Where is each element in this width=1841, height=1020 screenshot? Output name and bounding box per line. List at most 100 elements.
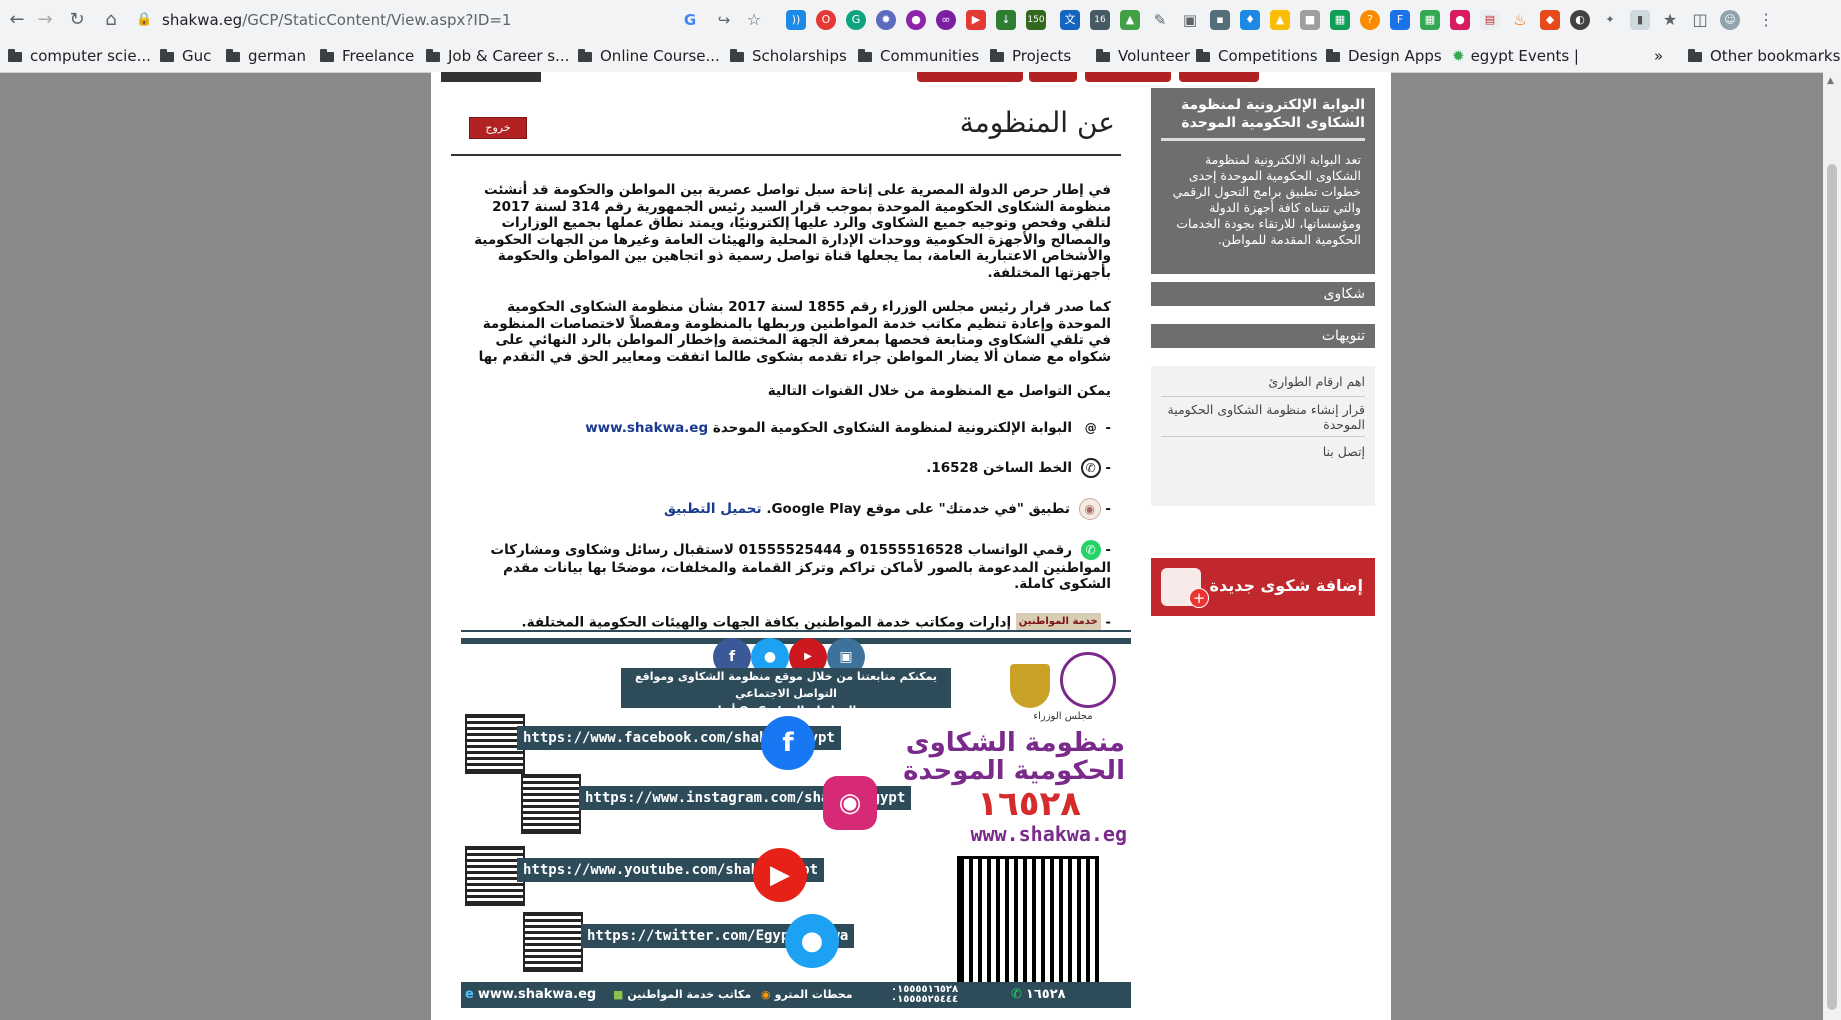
about-content: في إطار حرص الدولة المصرية على إتاحة سبل…: [461, 182, 1111, 651]
badge-extension-icon[interactable]: 150: [1026, 10, 1046, 30]
bookmark-folder[interactable]: Guc: [160, 45, 211, 67]
contact-us-link[interactable]: إتصل بنا: [1161, 444, 1365, 464]
bookmark-label: Other bookmarks: [1710, 47, 1841, 65]
top-nav-tab[interactable]: [1179, 72, 1259, 82]
other-bookmarks[interactable]: Other bookmarks: [1688, 45, 1840, 67]
metro-icon: ◉: [761, 988, 771, 1001]
extension-icon[interactable]: ■: [1300, 10, 1320, 30]
profile-avatar[interactable]: ☺: [1720, 10, 1740, 30]
forward-arrow-icon[interactable]: →: [34, 9, 56, 31]
extension-icon[interactable]: F: [1390, 10, 1410, 30]
scroll-up-icon[interactable]: ▲: [1827, 76, 1834, 86]
folder-icon: [160, 49, 174, 62]
puzzle-extensions-icon[interactable]: ★: [1660, 10, 1680, 30]
download-icon[interactable]: ↓: [996, 10, 1016, 30]
brand-subtitle: الحكومية الموحدة: [903, 756, 1125, 786]
main-qr-code: [957, 856, 1099, 988]
extension-icon[interactable]: ∞: [936, 10, 956, 30]
extension-icon[interactable]: ?: [1360, 10, 1380, 30]
folder-icon: [990, 49, 1004, 62]
share-icon[interactable]: ↪: [714, 10, 734, 30]
url-path: /GCP/StaticContent/View.aspx?ID=1: [242, 11, 512, 29]
download-app-link[interactable]: تحميل التطبيق: [664, 501, 762, 517]
decree-link[interactable]: قرار إنشاء منظومة الشكاوى الحكومية الموح…: [1161, 402, 1365, 437]
extension-icon[interactable]: ▤: [1480, 10, 1500, 30]
google-icon[interactable]: G: [680, 10, 700, 30]
brand-url: www.shakwa.eg: [970, 822, 1127, 846]
channel-offices-text: إدارات ومكاتب خدمة المواطنين بكافة الجها…: [521, 613, 1012, 630]
plus-icon: +: [1189, 588, 1209, 608]
bookmark-link[interactable]: ✹ egypt Events |: [1452, 45, 1579, 67]
bookmark-folder[interactable]: Scholarships: [730, 45, 847, 67]
extension-icon[interactable]: ▲: [1120, 10, 1140, 30]
extension-icon[interactable]: ◐: [1570, 10, 1590, 30]
menu-kebab-icon[interactable]: ⋮: [1756, 10, 1776, 30]
sidebar-title-divider: [1161, 138, 1365, 141]
extension-icon[interactable]: ✹: [876, 10, 896, 30]
bookmark-folder[interactable]: Job & Career s...: [426, 45, 569, 67]
logout-button[interactable]: خروج: [469, 117, 527, 139]
opera-icon[interactable]: O: [816, 10, 836, 30]
footer-offices-text: مكاتب خدمة المواطنين: [627, 988, 752, 1001]
extensions-bar: G ↪ ☆ )) O G ✹ ● ∞ ▶ ↓ 150 文 16 ▲ ✎ ▣ ▪ …: [680, 8, 1830, 32]
header-strip: [431, 72, 1391, 84]
bookmarks-overflow-button[interactable]: »: [1654, 45, 1663, 67]
reload-icon[interactable]: ↻: [66, 9, 88, 31]
badge-extension-icon[interactable]: 16: [1090, 10, 1110, 30]
back-arrow-icon[interactable]: ←: [6, 9, 28, 31]
sidebar-toggle-icon[interactable]: ◫: [1690, 10, 1710, 30]
bookmark-folder[interactable]: Design Apps: [1326, 45, 1442, 67]
extension-icon[interactable]: ▪: [1210, 10, 1230, 30]
bookmark-folder[interactable]: german: [226, 45, 306, 67]
portal-link[interactable]: www.shakwa.eg: [585, 420, 708, 436]
fire-icon[interactable]: ♨: [1510, 10, 1530, 30]
globe-icon: ✹: [1452, 47, 1465, 65]
bookmark-folder[interactable]: Competitions: [1196, 45, 1318, 67]
grammarly-icon[interactable]: G: [846, 10, 866, 30]
sheets-icon[interactable]: ▦: [1330, 10, 1350, 30]
metamask-icon[interactable]: ◆: [1540, 10, 1560, 30]
extension-icon[interactable]: ▮: [1630, 10, 1650, 30]
bookmark-label: german: [248, 47, 306, 65]
extension-icon[interactable]: ▦: [1420, 10, 1440, 30]
top-nav-tab[interactable]: [1085, 72, 1171, 82]
footer-hotline: ✆ ١٦٥٢٨: [1011, 985, 1066, 1005]
home-icon[interactable]: ⌂: [100, 9, 122, 31]
bookmark-folder[interactable]: Freelance: [320, 45, 414, 67]
extension-icon[interactable]: )): [786, 10, 806, 30]
extension-icon[interactable]: ♦: [1240, 10, 1260, 30]
bookmark-folder[interactable]: Communities: [858, 45, 979, 67]
ministry-logos: مجلس الوزراء: [1003, 652, 1123, 722]
list-dash: -: [1105, 541, 1111, 558]
add-complaint-label: إضافة شكوى جديدة: [1209, 576, 1363, 595]
add-complaint-button[interactable]: + إضافة شكوى جديدة: [1151, 558, 1375, 616]
bookmark-folder[interactable]: Volunteer: [1096, 45, 1190, 67]
emergency-numbers-link[interactable]: اهم ارقام الطوارئ: [1161, 374, 1365, 397]
folder-icon: [1096, 49, 1110, 62]
url-bar[interactable]: 🔒 shakwa.eg/GCP/StaticContent/View.aspx?…: [136, 6, 696, 34]
star-icon[interactable]: ☆: [744, 10, 764, 30]
screenshot-icon[interactable]: ▣: [1180, 10, 1200, 30]
scroll-thumb[interactable]: [1827, 164, 1837, 1010]
eyedropper-icon[interactable]: ✎: [1150, 10, 1170, 30]
bookmark-folder[interactable]: Projects: [990, 45, 1071, 67]
citizen-service-badge: خدمة المواطنين: [1015, 612, 1101, 631]
top-nav-tab[interactable]: [1029, 72, 1077, 82]
list-dash: -: [1105, 613, 1111, 630]
extension-icon[interactable]: ●: [906, 10, 926, 30]
shakwa-seal-icon: [1059, 652, 1116, 708]
channel-hotline: - ✆ الخط الساخن 16528.: [461, 457, 1111, 478]
extension-icon[interactable]: ▶: [966, 10, 986, 30]
bookmark-folder[interactable]: computer scie...: [8, 45, 151, 67]
bookmark-folder[interactable]: Online Course...: [578, 45, 720, 67]
drive-icon[interactable]: ▲: [1270, 10, 1290, 30]
sidebar-notices-header[interactable]: تنويهات: [1151, 324, 1375, 348]
qr-code: [465, 846, 525, 906]
extension-icon[interactable]: ✦: [1600, 10, 1620, 30]
extension-icon[interactable]: ●: [1450, 10, 1470, 30]
sidebar-complaints-header[interactable]: شكاوى: [1151, 282, 1375, 306]
page-scrollbar[interactable]: ▲: [1823, 72, 1841, 1020]
translate-icon[interactable]: 文: [1060, 10, 1080, 30]
whatsapp-icon: ✆: [1011, 987, 1022, 1002]
top-nav-tab[interactable]: [917, 72, 1023, 82]
